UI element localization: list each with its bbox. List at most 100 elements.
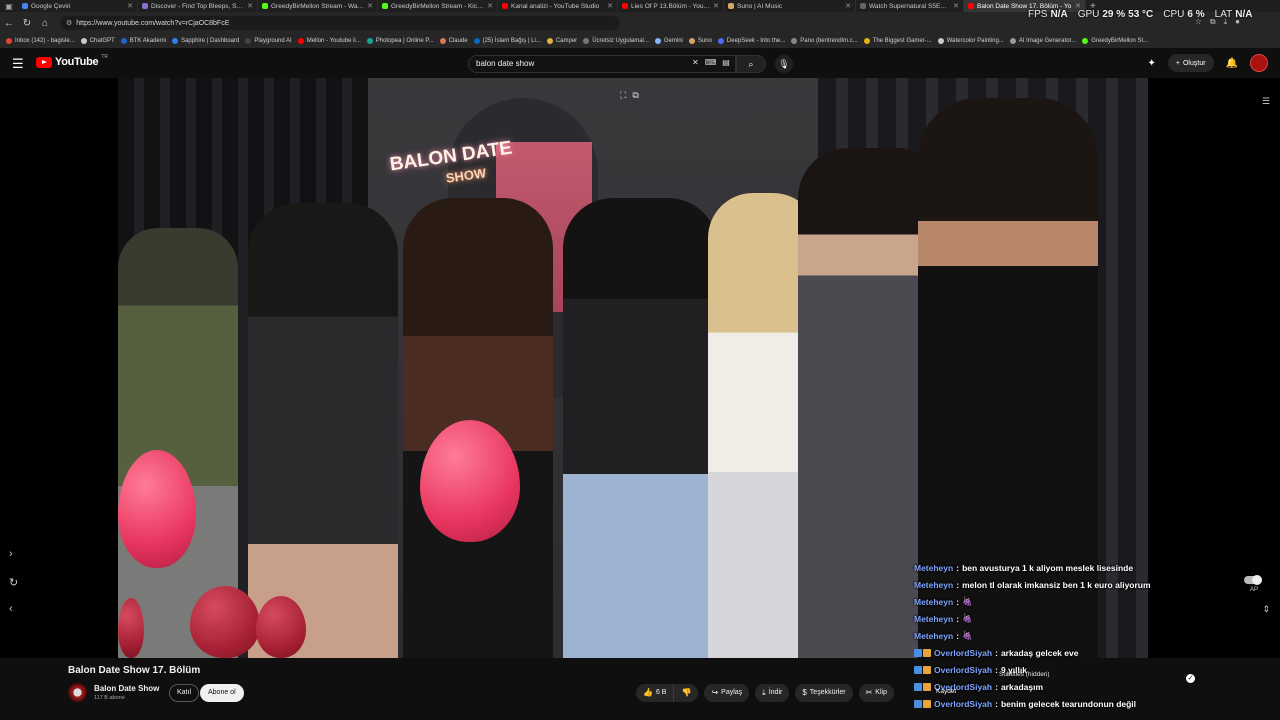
chat-username[interactable]: OverlordSiyah bbox=[934, 665, 992, 675]
checkmark-icon[interactable]: ✓ bbox=[1186, 674, 1195, 683]
chat-message: Meteheyn: ben avusturya 1 k aliyom meslek… bbox=[914, 559, 1204, 576]
chat-username[interactable]: Meteheyn bbox=[914, 580, 953, 590]
chat-badge-icon bbox=[923, 699, 931, 708]
bookmark-item[interactable]: GreedyBirMellon St... bbox=[1082, 38, 1148, 44]
tab-close-icon[interactable]: ✕ bbox=[127, 2, 133, 10]
bookmark-item[interactable]: Mellon - Youtube li... bbox=[297, 38, 361, 44]
tab-close-icon[interactable]: ✕ bbox=[487, 2, 493, 10]
bookmark-item[interactable]: (25) İslam Bağış | Li... bbox=[473, 38, 541, 44]
tab-close-icon[interactable]: ✕ bbox=[247, 2, 253, 10]
bookmark-item[interactable]: BTK Akademi bbox=[120, 38, 166, 44]
youtube-logo[interactable]: YouTube TR bbox=[36, 54, 108, 68]
balloon bbox=[256, 596, 306, 658]
bookmark-item[interactable]: Playground AI bbox=[245, 38, 292, 44]
chat-username[interactable]: OverlordSiyah bbox=[934, 699, 992, 709]
tab-close-icon[interactable]: ✕ bbox=[845, 2, 851, 10]
tab-close-icon[interactable]: ✕ bbox=[953, 2, 959, 10]
chat-username[interactable]: Meteheyn bbox=[914, 563, 953, 573]
chat-username[interactable]: Meteheyn bbox=[914, 631, 953, 641]
picture-in-picture-icon[interactable]: ⧉ bbox=[632, 90, 638, 101]
browser-tab[interactable]: Kanal analizi - YouTube Studio ✕ bbox=[498, 0, 618, 12]
chevron-right-icon[interactable]: › bbox=[9, 548, 13, 560]
site-info-icon[interactable]: ⚙ bbox=[66, 19, 72, 27]
chat-username[interactable]: OverlordSiyah bbox=[934, 648, 992, 658]
like-button[interactable]: 👍 6 B bbox=[636, 684, 675, 702]
share-button[interactable]: ↪ Paylaş bbox=[704, 684, 750, 702]
bookmark-item[interactable]: Sapphire | Dashboard bbox=[172, 38, 239, 44]
chat-badge-icon bbox=[914, 665, 922, 674]
channel-avatar[interactable] bbox=[68, 683, 87, 702]
notifications-bell-icon[interactable]: 🔔 bbox=[1226, 58, 1238, 69]
refresh-icon[interactable]: ↻ bbox=[9, 576, 18, 589]
bookmark-favicon-icon bbox=[80, 38, 87, 44]
search-button[interactable]: ⌕ bbox=[736, 55, 766, 73]
expand-arrows-icon[interactable]: ⇕ bbox=[1262, 604, 1270, 615]
tab-label: Watch Supernatural S5E13 onlin bbox=[869, 2, 950, 10]
browser-tab[interactable]: Google Çeviri ✕ bbox=[18, 0, 138, 12]
create-button[interactable]: + Oluştur bbox=[1167, 54, 1214, 72]
bookmark-item[interactable]: Ücretsiz Uygulamal... bbox=[583, 38, 649, 44]
bookmark-item[interactable]: AI Image Generator... bbox=[1009, 38, 1076, 44]
keyboard-icon[interactable]: ⌨ bbox=[705, 58, 717, 67]
subscribe-button[interactable]: Abone ol bbox=[200, 684, 244, 702]
bookmark-label: Photopea | Online P... bbox=[375, 38, 434, 44]
thanks-button[interactable]: $ Teşekkürler bbox=[795, 684, 853, 702]
screen-capture-icon[interactable]: ▤ bbox=[722, 58, 730, 67]
hamburger-menu-icon[interactable]: ☰ bbox=[12, 56, 24, 72]
url-field[interactable]: ⚙ https://www.youtube.com/watch?v=rCjaOC… bbox=[60, 16, 620, 30]
reload-icon[interactable]: ↻ bbox=[18, 18, 36, 29]
bookmark-label: Pano (bentrendim.c... bbox=[800, 38, 858, 44]
fullscreen-icon[interactable]: ⛶ bbox=[620, 90, 626, 101]
browser-tab[interactable]: Discover - Find Top Bleeps, Strea ✕ bbox=[138, 0, 258, 12]
bookmark-item[interactable]: The Biggest Gamer-... bbox=[863, 38, 932, 44]
bookmark-item[interactable]: Suno bbox=[688, 38, 712, 44]
window-menu-icon[interactable]: ▣ bbox=[0, 2, 18, 11]
browser-tab[interactable]: GreedyBirMellon Stream - Watch ✕ bbox=[258, 0, 378, 12]
contestant-2 bbox=[248, 203, 398, 658]
browser-tab[interactable]: GreedyBirMellon Stream - Kick D ✕ bbox=[378, 0, 498, 12]
bookmark-item[interactable]: Watercolor Painting... bbox=[937, 38, 1004, 44]
bookmark-item[interactable]: Camper bbox=[546, 38, 578, 44]
chat-username[interactable]: Meteheyn bbox=[914, 597, 953, 607]
bookmark-item[interactable]: Photopea | Online P... bbox=[366, 38, 434, 44]
bookmark-label: DeepSeek - Into the... bbox=[726, 38, 786, 44]
chat-username[interactable]: Meteheyn bbox=[914, 614, 953, 624]
bookmark-label: Camper bbox=[555, 38, 578, 44]
chat-badge-icon bbox=[914, 699, 922, 708]
dislike-button[interactable]: 👎 bbox=[674, 684, 699, 702]
join-button[interactable]: Katıl bbox=[169, 684, 200, 702]
tab-close-icon[interactable]: ✕ bbox=[713, 2, 719, 10]
browser-tab[interactable]: Watch Supernatural S5E13 onlin✕ bbox=[856, 0, 964, 12]
contestant-4 bbox=[563, 198, 718, 658]
voice-search-button[interactable]: 🎙 bbox=[775, 55, 793, 73]
playlist-menu-icon[interactable]: ☰ bbox=[1262, 96, 1270, 107]
autoplay-toggle[interactable] bbox=[1244, 575, 1262, 585]
save-label[interactable]: Kaydet bbox=[936, 688, 956, 695]
bookmark-item[interactable]: Pano (bentrendim.c... bbox=[791, 38, 858, 44]
browser-tab[interactable]: Lies Of P 13.Bölüm - YouTube ✕ bbox=[618, 0, 724, 12]
tab-favicon-icon bbox=[382, 3, 388, 9]
bookmark-item[interactable]: ChatGPT bbox=[80, 38, 115, 44]
create-label: Oluştur bbox=[1182, 59, 1206, 67]
balloon bbox=[118, 450, 196, 568]
account-avatar[interactable] bbox=[1250, 54, 1268, 72]
bookmark-favicon-icon bbox=[1082, 38, 1089, 44]
bookmark-item[interactable]: DeepSeek - Into the... bbox=[717, 38, 786, 44]
channel-name[interactable]: Balon Date Show bbox=[94, 684, 159, 693]
back-icon[interactable]: ← bbox=[0, 18, 18, 29]
tab-close-icon[interactable]: ✕ bbox=[607, 2, 613, 10]
chat-bubble-icon[interactable]: ✦ bbox=[1148, 58, 1156, 69]
youtube-logo-text: YouTube bbox=[55, 56, 99, 68]
clear-search-icon[interactable]: ✕ bbox=[692, 58, 699, 67]
home-icon[interactable]: ⌂ bbox=[36, 18, 54, 29]
thanks-label: Teşekkürler bbox=[809, 689, 846, 696]
tab-label: Suno | AI Music bbox=[737, 2, 783, 10]
clip-button[interactable]: ✂ Klip bbox=[858, 684, 894, 702]
browser-tab[interactable]: Suno | AI Music ✕ bbox=[724, 0, 856, 12]
bookmark-item[interactable]: Claude bbox=[439, 38, 468, 44]
bookmark-item[interactable]: Gemini bbox=[654, 38, 683, 44]
tab-close-icon[interactable]: ✕ bbox=[367, 2, 373, 10]
bookmark-item[interactable]: Inbox (142) - bagisle... bbox=[6, 38, 75, 44]
chevron-left-icon[interactable]: ‹ bbox=[9, 603, 13, 615]
download-button[interactable]: ⤓ İndir bbox=[755, 684, 790, 702]
